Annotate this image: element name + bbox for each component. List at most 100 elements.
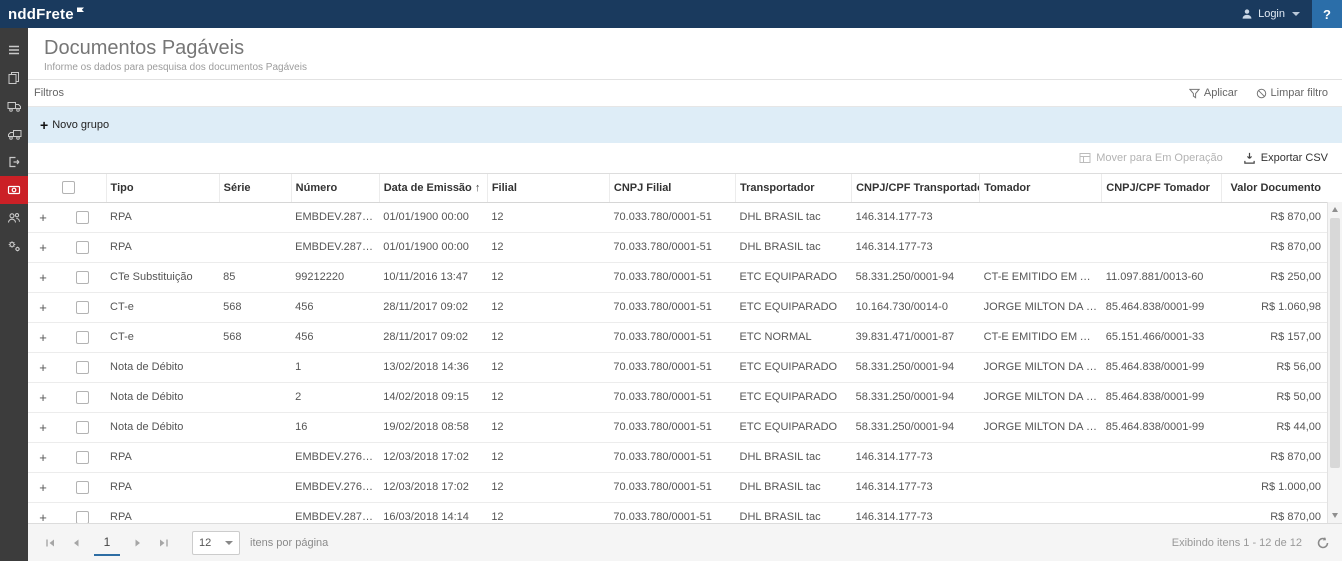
apply-filter-button[interactable]: Aplicar xyxy=(1189,87,1238,99)
sidebar-item-menu[interactable] xyxy=(0,36,28,64)
column-header-cnpj-tomador[interactable]: CNPJ/CPF Tomador xyxy=(1102,174,1222,202)
checkbox-cell xyxy=(58,262,106,292)
column-header-numero[interactable]: Número xyxy=(291,174,379,202)
cell-transportador: ETC EQUIPARADO xyxy=(736,412,852,442)
expand-row-button[interactable]: + xyxy=(37,420,49,435)
column-header-tomador[interactable]: Tomador xyxy=(980,174,1102,202)
row-checkbox[interactable] xyxy=(76,301,89,314)
cell-transportador: ETC EQUIPARADO xyxy=(736,262,852,292)
sidebar-item-documents[interactable] xyxy=(0,64,28,92)
sidebar-item-payables[interactable] xyxy=(0,176,28,204)
row-checkbox[interactable] xyxy=(76,331,89,344)
refresh-button[interactable] xyxy=(1316,536,1330,550)
cell-filial: 12 xyxy=(487,352,609,382)
column-header-data-emissao[interactable]: Data de Emissão ↑ xyxy=(379,174,487,202)
column-header-transportador[interactable]: Transportador xyxy=(736,174,852,202)
select-all-header[interactable] xyxy=(58,174,106,202)
cell-cnpj-transportador: 58.331.250/0001-94 xyxy=(852,352,980,382)
vertical-scrollbar[interactable] xyxy=(1327,202,1342,523)
first-page-button[interactable] xyxy=(38,531,62,555)
expand-row-button[interactable]: + xyxy=(37,360,49,375)
cell-serie: 85 xyxy=(219,262,291,292)
cell-cnpj-filial: 70.033.780/0001-51 xyxy=(609,382,735,412)
cell-valor: R$ 56,00 xyxy=(1222,352,1327,382)
move-to-operation-button[interactable]: Mover para Em Operação xyxy=(1079,152,1223,164)
column-header-cnpj-filial[interactable]: CNPJ Filial xyxy=(609,174,735,202)
cell-cnpj-filial: 70.033.780/0001-51 xyxy=(609,202,735,232)
scroll-up-button[interactable] xyxy=(1328,202,1342,217)
page-number-button[interactable]: 1 xyxy=(94,530,120,556)
column-header-filial[interactable]: Filial xyxy=(487,174,609,202)
scrollbar-track[interactable] xyxy=(1328,469,1342,508)
expand-row-button[interactable]: + xyxy=(37,210,49,225)
app-logo[interactable]: nddFrete xyxy=(8,6,85,23)
row-checkbox[interactable] xyxy=(76,421,89,434)
row-checkbox[interactable] xyxy=(76,211,89,224)
sidebar-item-settings[interactable] xyxy=(0,232,28,260)
row-checkbox[interactable] xyxy=(76,451,89,464)
row-checkbox[interactable] xyxy=(76,361,89,374)
expand-cell: + xyxy=(28,382,58,412)
expand-row-button[interactable]: + xyxy=(37,510,49,524)
next-page-button[interactable] xyxy=(126,531,150,555)
cell-tomador: JORGE MILTON DA SILVEIRA xyxy=(980,352,1102,382)
column-header-tipo[interactable]: Tipo xyxy=(106,174,219,202)
row-checkbox[interactable] xyxy=(76,481,89,494)
table-row: +RPAEMBDEV.28765-P0101/01/1900 00:001270… xyxy=(28,202,1327,232)
expand-row-button[interactable]: + xyxy=(37,240,49,255)
row-checkbox[interactable] xyxy=(76,241,89,254)
column-header-valor[interactable]: Valor Documento xyxy=(1222,174,1327,202)
table-row: +RPAEMBDEV.28766-P0116/03/2018 14:141270… xyxy=(28,502,1327,523)
cell-cnpj-tomador xyxy=(1102,442,1222,472)
row-checkbox[interactable] xyxy=(76,391,89,404)
cell-tomador: CT-E EMITIDO EM AMBIENTE... xyxy=(980,262,1102,292)
clear-filter-button[interactable]: Limpar filtro xyxy=(1256,87,1328,99)
sidebar-item-users[interactable] xyxy=(0,204,28,232)
sidebar-item-export[interactable] xyxy=(0,148,28,176)
truck-icon xyxy=(7,99,22,113)
last-page-icon xyxy=(158,537,170,549)
cell-data-emissao: 01/01/1900 00:00 xyxy=(379,232,487,262)
cell-tomador xyxy=(980,502,1102,523)
prev-page-button[interactable] xyxy=(64,531,88,555)
expand-row-button[interactable]: + xyxy=(37,330,49,345)
refresh-icon xyxy=(1316,536,1330,550)
last-page-button[interactable] xyxy=(152,531,176,555)
cell-transportador: ETC NORMAL xyxy=(736,322,852,352)
table-row: +RPAEMBDEV.28767-P0101/01/1900 00:001270… xyxy=(28,232,1327,262)
expand-row-button[interactable]: + xyxy=(37,300,49,315)
cell-cnpj-tomador xyxy=(1102,232,1222,262)
row-checkbox[interactable] xyxy=(76,271,89,284)
page-size-select[interactable]: 12 xyxy=(192,531,240,555)
expand-row-button[interactable]: + xyxy=(37,480,49,495)
page-size-value: 12 xyxy=(199,537,211,549)
cell-cnpj-filial: 70.033.780/0001-51 xyxy=(609,292,735,322)
checkbox-cell xyxy=(58,472,106,502)
table-header-row: TipoSérieNúmeroData de Emissão ↑FilialCN… xyxy=(28,174,1327,202)
cell-tipo: CT-e xyxy=(106,292,219,322)
scrollbar-thumb[interactable] xyxy=(1330,218,1340,468)
column-label: Valor Documento xyxy=(1231,182,1321,194)
sidebar-item-fleet[interactable] xyxy=(0,120,28,148)
scroll-down-button[interactable] xyxy=(1328,508,1342,523)
column-header-cnpj-transportador[interactable]: CNPJ/CPF Transportador xyxy=(852,174,980,202)
cell-cnpj-transportador: 10.164.730/0014-0 xyxy=(852,292,980,322)
export-csv-button[interactable]: Exportar CSV xyxy=(1243,152,1328,165)
expand-row-button[interactable]: + xyxy=(37,450,49,465)
cell-tomador: JORGE MILTON DA SILVEIRA xyxy=(980,292,1102,322)
expand-row-button[interactable]: + xyxy=(37,390,49,405)
table-row: +CT-e56845628/11/2017 09:021270.033.780/… xyxy=(28,292,1327,322)
cell-cnpj-tomador: 85.464.838/0001-99 xyxy=(1102,292,1222,322)
caret-down-icon xyxy=(1292,12,1300,16)
column-header-serie[interactable]: Série xyxy=(219,174,291,202)
cell-cnpj-filial: 70.033.780/0001-51 xyxy=(609,502,735,523)
new-group-button[interactable]: + Novo grupo xyxy=(40,118,109,132)
help-button[interactable]: ? xyxy=(1312,0,1342,28)
expand-cell: + xyxy=(28,202,58,232)
expand-row-button[interactable]: + xyxy=(37,270,49,285)
row-checkbox[interactable] xyxy=(76,511,89,524)
sidebar-item-truck[interactable] xyxy=(0,92,28,120)
fleet-truck-icon xyxy=(7,127,22,141)
select-all-checkbox[interactable] xyxy=(62,181,75,194)
login-button[interactable]: Login xyxy=(1229,0,1312,28)
